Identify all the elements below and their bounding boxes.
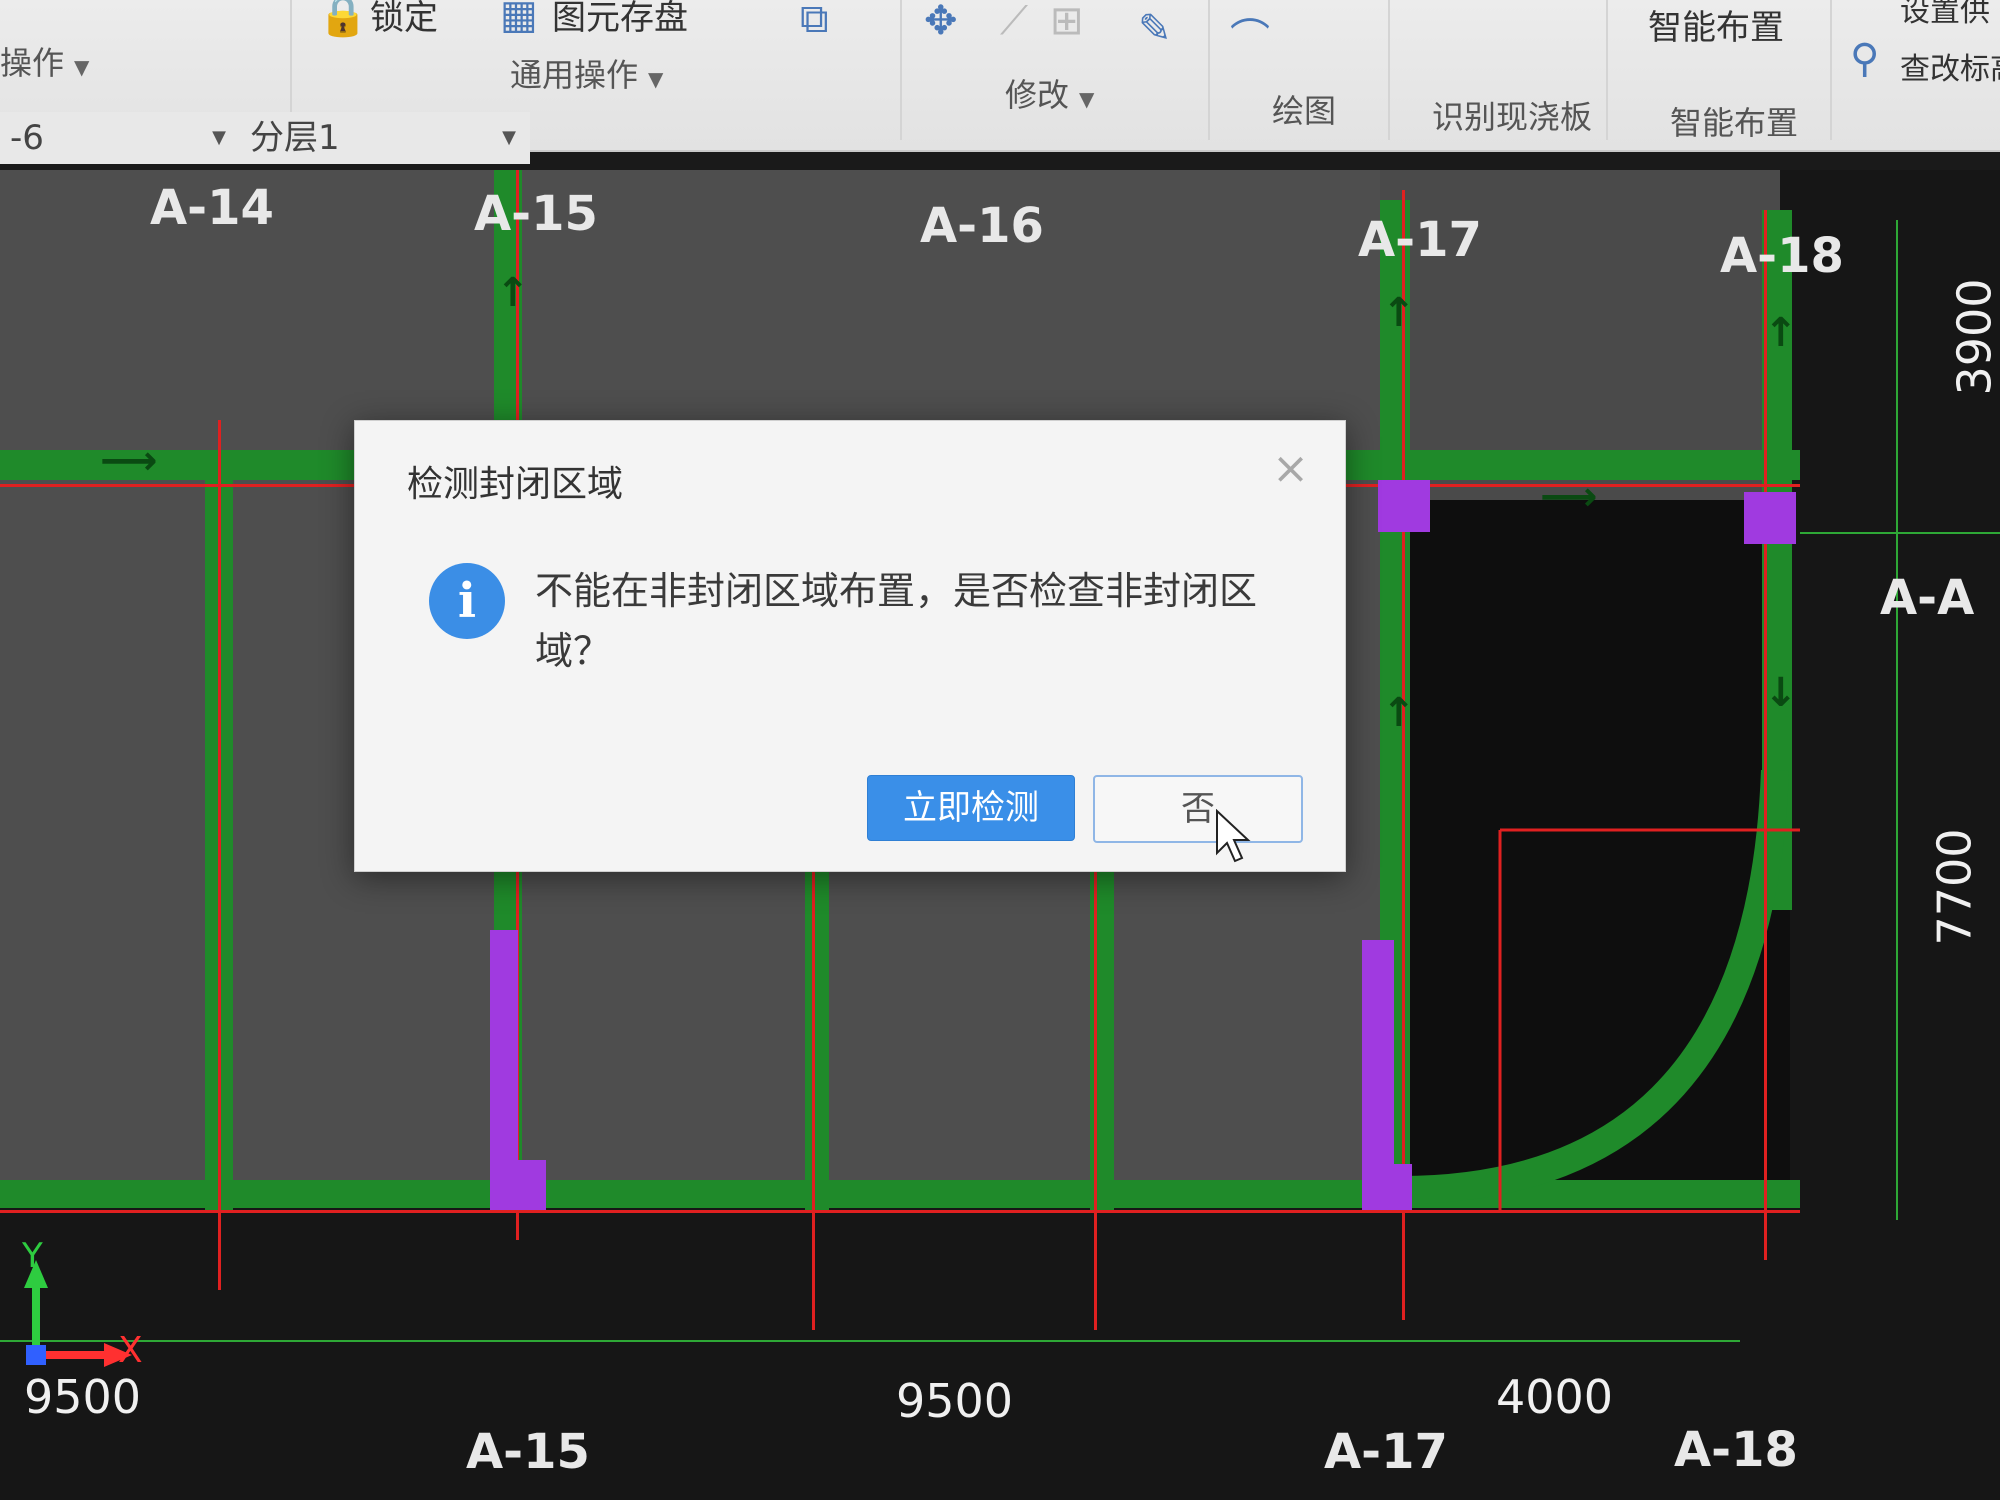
lock-icon[interactable]: 🔒 bbox=[318, 0, 368, 39]
axis-label-top: A-18 bbox=[1720, 228, 1844, 284]
axis-label-top: A-16 bbox=[920, 198, 1044, 254]
chevron-down-icon: ▼ bbox=[74, 55, 90, 79]
group-modify[interactable]: 修改 ▼ bbox=[1005, 70, 1094, 116]
ribbon-separator bbox=[1606, 0, 1608, 140]
axis-label-bottom: A-15 bbox=[466, 1424, 590, 1480]
arrow-down-icon: ↓ bbox=[1764, 670, 1798, 716]
axis-label-bottom: A-17 bbox=[1324, 1424, 1448, 1480]
column bbox=[490, 930, 518, 1190]
ribbon-separator bbox=[1208, 0, 1210, 140]
group-operate[interactable]: 操作 ▼ bbox=[0, 38, 89, 84]
group-general[interactable]: 通用操作 ▼ bbox=[510, 50, 663, 96]
no-button[interactable]: 否 bbox=[1093, 775, 1303, 843]
edit-icon[interactable]: ✎ bbox=[1138, 6, 1172, 52]
curved-beam bbox=[1399, 770, 1800, 1210]
chevron-down-icon: ▼ bbox=[212, 127, 226, 148]
smart-layout-button[interactable]: 智能布置 bbox=[1648, 0, 1784, 49]
axis-label-top: A-14 bbox=[150, 180, 274, 236]
dialog-title: 检测封闭区域 bbox=[407, 464, 624, 505]
arrow-up-icon: ↑ bbox=[1382, 290, 1416, 336]
chevron-down-icon: ▼ bbox=[1079, 87, 1095, 111]
column bbox=[490, 1160, 546, 1210]
dimension-value: 4000 bbox=[1496, 1370, 1614, 1424]
arrow-up-icon: ↑ bbox=[1382, 690, 1416, 736]
dimension-value: 7700 bbox=[1927, 828, 1982, 946]
group-smart-layout[interactable]: 智能布置 bbox=[1670, 98, 1798, 144]
axis-label-top: A-15 bbox=[474, 186, 598, 242]
y-axis-label: Y bbox=[22, 1236, 43, 1276]
storage-icon[interactable]: ▦ bbox=[500, 0, 538, 38]
arrow-right-icon: ⟶ bbox=[100, 438, 158, 484]
arc-icon[interactable]: ⌒ bbox=[1230, 6, 1270, 64]
column bbox=[1362, 1164, 1412, 1210]
detect-now-button[interactable]: 立即检测 bbox=[867, 775, 1075, 841]
ribbon-separator bbox=[900, 0, 902, 140]
chevron-down-icon: ▼ bbox=[648, 67, 664, 91]
offset-icon[interactable]: ⊞ bbox=[1050, 0, 1084, 44]
arrow-up-icon: ↑ bbox=[496, 270, 530, 316]
arrow-right-icon: ⟶ bbox=[1540, 474, 1598, 520]
arrow-up-icon: ↑ bbox=[1764, 310, 1798, 356]
check-elevation-icon[interactable]: ⚲ bbox=[1850, 36, 1879, 82]
axis-line bbox=[1402, 190, 1405, 1320]
axis-line bbox=[0, 1210, 1800, 1213]
detect-closed-area-dialog: 检测封闭区域 × i 不能在非封闭区域布置，是否检查非封闭区域？ 立即检测 否 bbox=[354, 420, 1346, 872]
set-supply-label[interactable]: 设置供 bbox=[1900, 0, 1990, 30]
ribbon-separator bbox=[1388, 0, 1390, 140]
dimension-line bbox=[1800, 532, 2000, 534]
copy-icon[interactable]: ⧉ bbox=[800, 0, 829, 42]
extend-icon[interactable]: ⟋ bbox=[1000, 0, 1028, 44]
axis-line bbox=[1764, 210, 1767, 1260]
check-elevation-label[interactable]: 查改标高 bbox=[1900, 44, 2000, 88]
dimension-line bbox=[0, 1340, 1740, 1342]
chevron-down-icon: ▼ bbox=[502, 127, 516, 148]
move-icon[interactable]: ✥ bbox=[924, 0, 958, 44]
lock-label[interactable]: 锁定 bbox=[370, 0, 438, 39]
layer-selector[interactable]: 分层1 ▼ bbox=[240, 112, 530, 164]
info-icon: i bbox=[429, 563, 505, 639]
axis-label-bottom: A-18 bbox=[1674, 1422, 1798, 1478]
column bbox=[1744, 492, 1796, 544]
floor-selector[interactable]: -6 ▼ bbox=[0, 112, 240, 164]
axis-label-top: A-17 bbox=[1358, 212, 1482, 268]
mouse-cursor-icon bbox=[1216, 809, 1251, 863]
dimension-value: 9500 bbox=[896, 1374, 1014, 1428]
axis-line bbox=[218, 420, 221, 1290]
dimension-line bbox=[1896, 220, 1898, 1220]
dialog-message: 不能在非封闭区域布置，是否检查非封闭区域？ bbox=[535, 569, 1258, 673]
ribbon-separator bbox=[1830, 0, 1832, 140]
axis-label-right: A-A bbox=[1880, 570, 1975, 626]
x-axis-label: X bbox=[118, 1330, 143, 1371]
storage-label[interactable]: 图元存盘 bbox=[552, 0, 688, 39]
column bbox=[1378, 480, 1430, 532]
group-draw[interactable]: 绘图 bbox=[1272, 86, 1336, 132]
close-icon[interactable]: × bbox=[1272, 447, 1309, 491]
group-recognize-slab[interactable]: 识别现浇板 bbox=[1432, 92, 1592, 138]
dimension-value: 3900 bbox=[1947, 278, 2000, 396]
